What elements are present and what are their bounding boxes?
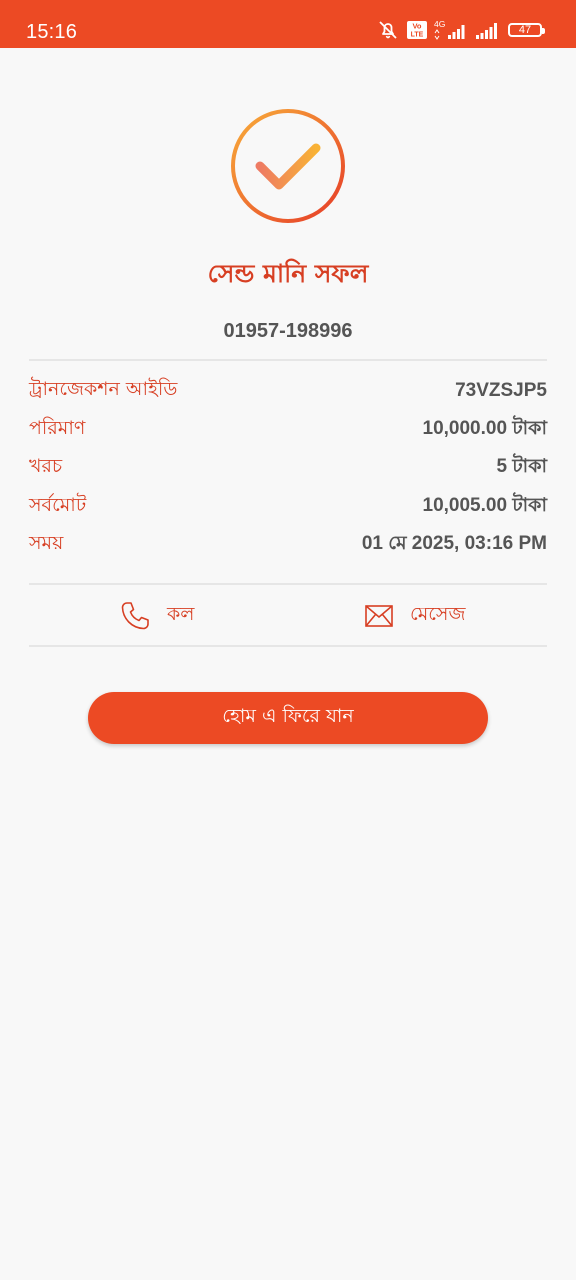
go-home-button[interactable]: হোম এ ফিরে যান (88, 692, 488, 744)
detail-label: খরচ (29, 455, 63, 478)
divider (29, 583, 547, 585)
detail-value: 5 টাকা (496, 456, 547, 478)
detail-value: 01 মে 2025, 03:16 PM (361, 533, 547, 555)
detail-value: 10,005.00 টাকা (422, 494, 547, 516)
envelope-icon (364, 604, 394, 628)
phone-icon (119, 600, 151, 632)
message-label: মেসেজ (410, 603, 466, 625)
status-time: 15:16 (26, 21, 78, 43)
mute-icon (376, 19, 400, 41)
divider (29, 645, 547, 647)
svg-text:LTE: LTE (411, 32, 424, 39)
page-title: সেন্ড মানি সফল (207, 259, 369, 288)
success-check-icon (230, 108, 346, 224)
signal-4g-icon: 4G (434, 19, 468, 41)
signal-icon (474, 19, 502, 41)
volte-icon: Vo LTE (406, 20, 428, 40)
detail-row-fee: খরচ 5 টাকা (29, 449, 547, 488)
detail-value: 73VZSJP5 (455, 380, 547, 402)
detail-row-total: সর্বমোট 10,005.00 টাকা (29, 488, 547, 527)
battery-level: 47 (518, 23, 532, 36)
status-icons: Vo LTE 4G 47 (376, 18, 545, 42)
call-button[interactable]: কল (119, 586, 194, 646)
detail-value: 10,000.00 টাকা (422, 417, 547, 439)
detail-row-time: সময় 01 মে 2025, 03:16 PM (29, 526, 547, 565)
call-label: কল (167, 603, 195, 625)
transaction-details: ট্রানজেকশন আইডি 73VZSJP5 পরিমাণ 10,000.0… (29, 372, 547, 565)
message-button[interactable]: মেসেজ (364, 586, 465, 646)
detail-row-amount: পরিমাণ 10,000.00 টাকা (29, 411, 547, 450)
status-bar: 15:16 Vo LTE 4G 47 (0, 0, 576, 48)
detail-label: ট্রানজেকশন আইডি (29, 378, 178, 401)
contact-actions: কল মেসেজ (29, 586, 547, 646)
recipient-phone: 01957-198996 (223, 320, 353, 342)
detail-label: সর্বমোট (29, 493, 87, 516)
detail-row-transaction-id: ট্রানজেকশন আইডি 73VZSJP5 (29, 372, 547, 411)
svg-text:4G: 4G (434, 19, 445, 29)
battery-icon: 47 (508, 23, 545, 37)
svg-text:Vo: Vo (412, 22, 421, 31)
detail-label: পরিমাণ (29, 416, 86, 439)
divider (29, 359, 547, 361)
detail-label: সময় (29, 532, 64, 555)
